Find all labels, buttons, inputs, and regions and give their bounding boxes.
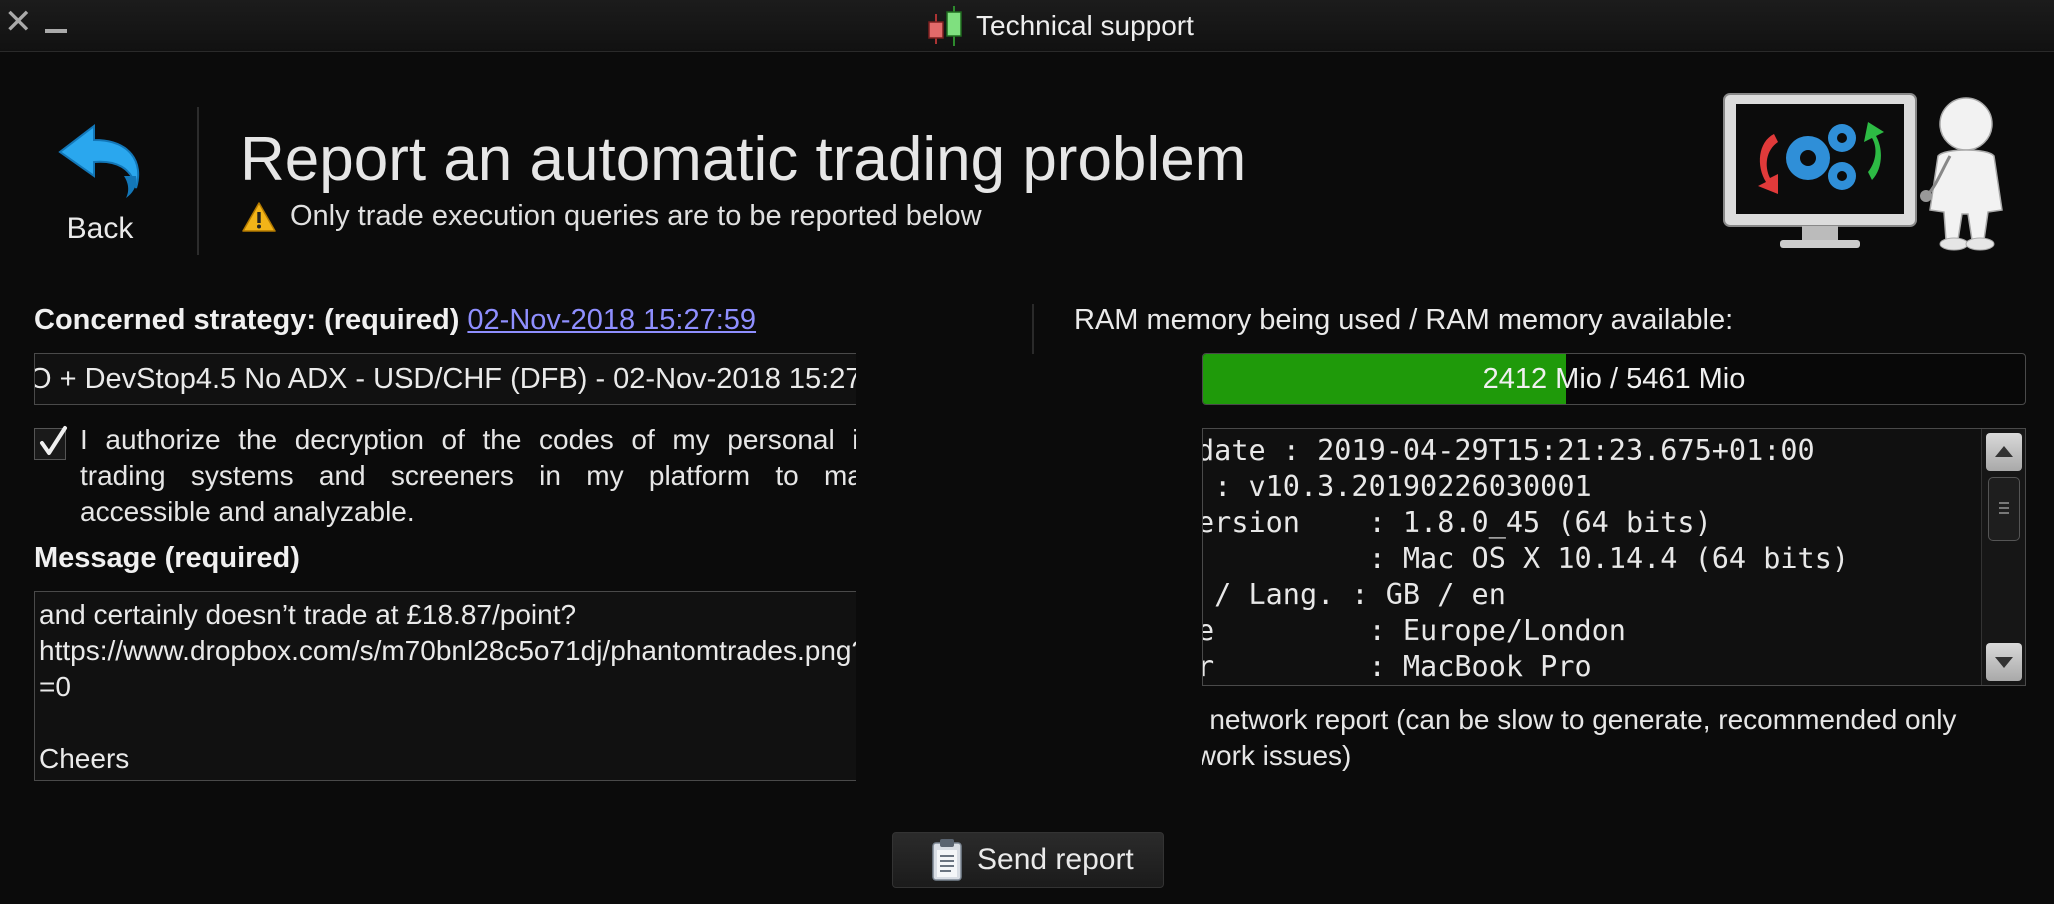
network-report-line: n network report (can be slow to generat…	[1202, 704, 1957, 735]
ram-usage-bar: 2412 Mio / 5461 Mio	[1202, 353, 2026, 405]
authorize-decryption-checkbox[interactable]	[34, 426, 67, 460]
authorization-word: my	[586, 460, 624, 491]
page-title: Report an automatic trading problem	[240, 125, 1247, 194]
system-info-line: / Lang. : GB / en	[1202, 578, 1506, 611]
message-line: =0	[39, 671, 71, 702]
authorization-text: Iauthorize the decryption of the codes of my per…	[80, 422, 856, 532]
system-info-line: r : MacBook Pro	[1202, 650, 1592, 683]
strategy-row: Concerned strategy: (required) 02-Nov-201…	[34, 304, 756, 337]
authorization-word: and	[318, 460, 366, 491]
authorization-word: of	[441, 424, 465, 455]
warning-icon	[242, 201, 276, 232]
authorization-word: make	[823, 460, 856, 491]
send-report-button[interactable]: Send report	[892, 832, 1164, 888]
column-divider	[1032, 304, 1034, 354]
strategy-value: O + DevStop4.5 No ADX - USD/CHF (DFB) - …	[34, 363, 856, 395]
authorization-word: in	[539, 460, 561, 491]
authorization-word: I	[80, 424, 88, 455]
strategy-select-field[interactable]: O + DevStop4.5 No ADX - USD/CHF (DFB) - …	[34, 353, 856, 405]
authorization-word: my	[672, 424, 710, 455]
clipboard-icon	[932, 839, 962, 881]
scrollbar-thumb[interactable]	[1988, 477, 2020, 541]
strategy-date-link[interactable]: 02-Nov-2018 15:27:59	[467, 304, 756, 336]
authorization-line: Iauthorize the decryption of the codes of my per…	[80, 422, 856, 458]
message-line	[39, 705, 856, 741]
message-line: https://www.dropbox.com/s/m70bnl28c5o71d…	[39, 635, 856, 666]
network-report-line: twork issues)	[1202, 740, 1352, 771]
system-info-line: date : 2019-04-29T15:21:23.675+01:00	[1202, 434, 1815, 467]
authorization-word: decryption	[294, 424, 424, 455]
candlestick-logo-icon	[928, 6, 962, 46]
back-button[interactable]: Back	[52, 120, 148, 250]
ram-label: RAM memory being used / RAM memory avail…	[1074, 304, 1734, 336]
subtitle-row: Only trade execution queries are to be r…	[242, 200, 982, 233]
send-report-label: Send report	[977, 843, 1134, 876]
checkmark-icon	[40, 426, 67, 455]
header-divider	[197, 107, 199, 255]
system-info-line: : v10.3.20190226030001	[1202, 470, 1592, 503]
system-info-text: date : 2019-04-29T15:21:23.675+01:00 : v…	[1202, 433, 1850, 685]
authorization-word: trading	[80, 460, 166, 491]
authorization-word: systems	[190, 460, 294, 491]
back-label: Back	[66, 212, 134, 245]
scroll-down-icon[interactable]	[1986, 643, 2022, 681]
authorization-word: of	[631, 424, 655, 455]
network-report-text: n network report (can be slow to generat…	[1202, 702, 2032, 782]
strategy-label: Concerned strategy: (required)	[34, 304, 460, 336]
system-info-scrollbar[interactable]	[1981, 429, 2025, 685]
authorization-word: screeners	[390, 460, 514, 491]
window-title: Technical support	[976, 10, 1194, 41]
authorization-word: personal	[727, 424, 835, 455]
message-textarea[interactable]: and certainly doesn’t trade at £18.87/po…	[34, 591, 856, 781]
authorization-word: the	[482, 424, 522, 455]
ram-usage-text: 2412 Mio / 5461 Mio	[1482, 363, 1746, 395]
authorization-word: indicators,	[852, 424, 856, 455]
authorization-word: authorize	[105, 424, 221, 455]
system-info-line: : Mac OS X 10.14.4 (64 bits)	[1202, 542, 1850, 575]
authorization-line: trading systems and screeners in my platform to…	[80, 458, 856, 494]
system-info-line: ersion : 1.8.0_45 (64 bits)	[1202, 506, 1712, 539]
close-window-icon[interactable]: ✕	[4, 5, 36, 39]
window-title-group: Technical support	[924, 4, 1194, 48]
authorization-word: the	[238, 424, 278, 455]
message-label: Message (required)	[34, 542, 300, 574]
system-info-line: e : Europe/London	[1202, 614, 1626, 647]
authorization-line: accessible and analyzable.	[80, 496, 415, 527]
title-bar: ✕ Technical support	[0, 0, 2054, 52]
subtitle-text: Only trade execution queries are to be r…	[290, 200, 982, 232]
authorization-word: codes	[539, 424, 614, 455]
system-info-box[interactable]: date : 2019-04-29T15:21:23.675+01:00 : v…	[1202, 428, 2026, 686]
minimize-window-icon[interactable]	[42, 8, 68, 36]
message-line: and certainly doesn’t trade at £18.87/po…	[39, 599, 577, 630]
message-line: Cheers	[39, 743, 130, 774]
authorization-word: platform	[648, 460, 751, 491]
scroll-up-icon[interactable]	[1986, 433, 2022, 471]
authorization-word: to	[775, 460, 799, 491]
technical-support-illustration	[1723, 93, 2003, 251]
back-arrow-icon	[58, 123, 140, 198]
